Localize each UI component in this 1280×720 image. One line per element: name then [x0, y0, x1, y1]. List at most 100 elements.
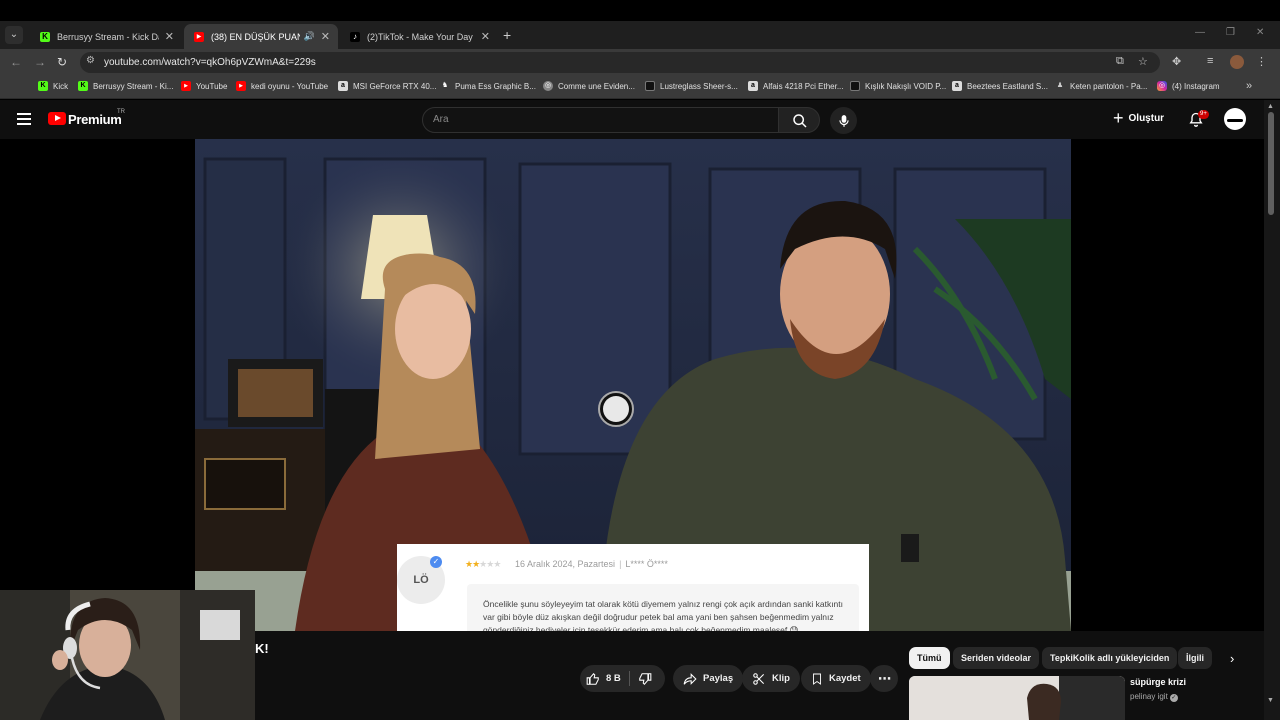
youtube-icon: ▶ — [236, 81, 246, 91]
kick-icon: K — [40, 31, 50, 42]
browser-toolbar: ← → ↻ ⚙ youtube.com/watch?v=qkOh6pVZWmA&… — [0, 49, 1280, 76]
extensions-icon[interactable]: ✥ — [1172, 55, 1181, 68]
bookmark-star-icon[interactable]: ☆ — [1138, 55, 1148, 68]
bookmark-label: Comme une Eviden... — [558, 81, 635, 91]
share-button[interactable]: Paylaş — [673, 665, 744, 692]
bookmark-item[interactable]: a Beeztees Eastland S... — [952, 81, 1048, 91]
site-icon: ◎ — [543, 81, 553, 91]
menu-icon[interactable] — [17, 113, 31, 128]
site-icon — [645, 81, 655, 91]
back-icon[interactable]: ← — [10, 55, 22, 69]
chip-uploader[interactable]: TepkiKolik adlı yükleyiciden — [1042, 647, 1178, 669]
amazon-icon: a — [952, 81, 962, 91]
share-label: Paylaş — [703, 673, 734, 684]
bookmark-label: Lustreglass Sheer-s... — [660, 81, 738, 91]
browser-tab[interactable]: ♪ (2)TikTok - Make Your Day ✕ — [340, 24, 498, 49]
browser-tab[interactable]: K Berrusyy Stream - Kick Dashbo ✕ — [30, 24, 182, 49]
amazon-icon: a — [748, 81, 758, 91]
bookmark-label: MSI GeForce RTX 40... — [353, 81, 437, 91]
bookmark-item[interactable]: Kışlık Nakışlı VOID P... — [850, 81, 946, 91]
bookmark-item[interactable]: ▶ YouTube — [181, 81, 227, 91]
review-meta: 16 Aralık 2024, Pazartesi | L**** Ö**** — [515, 559, 668, 569]
install-app-icon[interactable]: ⧉ — [1116, 55, 1124, 68]
tab-title: (2)TikTok - Make Your Day — [367, 31, 473, 42]
thumbs-down-icon — [638, 672, 652, 686]
search-box — [422, 107, 779, 133]
search-input[interactable] — [423, 108, 778, 125]
bookmark-item[interactable]: K Kick — [38, 81, 68, 91]
create-button[interactable]: + Oluştur — [1113, 108, 1164, 128]
forward-icon[interactable]: → — [34, 55, 46, 69]
chip-series[interactable]: Seriden videolar — [953, 647, 1040, 669]
youtube-logo-icon[interactable] — [48, 112, 66, 125]
scrollbar-thumb[interactable] — [1268, 112, 1274, 215]
bookmark-item[interactable]: ♟ Keten pantolon - Pa... — [1055, 81, 1148, 91]
star-rating: ★★★★★ — [465, 559, 501, 570]
review-card: LÖ ✓ ★★★★★ 16 Aralık 2024, Pazartesi | L**… — [397, 544, 869, 632]
youtube-icon: ▶ — [194, 31, 204, 42]
tab-search-button[interactable]: ⌄ — [5, 26, 23, 44]
bookmark-label: Alfais 4218 Pci Ether... — [763, 81, 844, 91]
more-bookmarks-icon[interactable]: » — [1246, 80, 1252, 92]
clip-label: Klip — [772, 673, 790, 684]
minimize-icon[interactable]: — — [1195, 27, 1205, 38]
separator: | — [619, 559, 622, 569]
close-window-icon[interactable]: ✕ — [1256, 27, 1264, 38]
media-control-icon[interactable]: ≡ — [1207, 55, 1213, 67]
review-text: Öncelikle şunu söyleyeyim tat olarak köt… — [467, 584, 859, 632]
kick-icon: K — [38, 81, 48, 91]
like-count: 8 B — [606, 673, 621, 684]
dislike-button[interactable] — [632, 665, 668, 692]
recommendation-title[interactable]: süpürge krizi — [1130, 677, 1186, 687]
bookmark-label: Kışlık Nakışlı VOID P... — [865, 81, 947, 91]
recommendation-channel[interactable]: pelinay igit ✓ — [1130, 692, 1178, 702]
site-icon — [850, 81, 860, 91]
country-code: TR — [117, 109, 125, 115]
recommendation-thumbnail[interactable] — [909, 676, 1125, 720]
tab-close-icon[interactable]: ✕ — [165, 30, 174, 43]
scroll-down-icon[interactable]: ▼ — [1267, 697, 1274, 704]
search-button[interactable] — [778, 107, 820, 133]
microphone-icon — [839, 115, 849, 127]
more-actions-button[interactable]: ⋯ — [870, 665, 898, 692]
bookmark-label: Kick — [53, 81, 69, 91]
screen-top-bar — [0, 0, 1280, 21]
site-info-icon[interactable]: ⚙ — [86, 55, 95, 66]
tab-close-icon[interactable]: ✕ — [481, 30, 490, 43]
address-bar[interactable]: ⚙ youtube.com/watch?v=qkOh6pVZWmA&t=229s… — [80, 52, 1160, 73]
bookmark-item[interactable]: Lustreglass Sheer-s... — [645, 81, 738, 91]
user-avatar[interactable] — [1224, 108, 1246, 130]
profile-avatar[interactable] — [1230, 55, 1244, 69]
new-tab-button[interactable]: + — [503, 27, 511, 43]
speaker-icon[interactable]: 🔊 — [304, 31, 315, 42]
bookmark-item[interactable]: ♞ Puma Ess Graphic B... — [440, 81, 536, 91]
bookmark-item[interactable]: ◎ (4) Instagram — [1157, 81, 1220, 91]
scroll-up-icon[interactable]: ▲ — [1267, 103, 1274, 110]
browser-tab-active[interactable]: ▶ (38) EN DÜŞÜK PUANLI YIY 🔊 ✕ — [184, 24, 338, 49]
tab-close-icon[interactable]: ✕ — [321, 30, 330, 43]
bookmark-label: (4) Instagram — [1172, 81, 1220, 91]
save-button[interactable]: Kaydet — [801, 665, 871, 692]
bookmark-item[interactable]: a MSI GeForce RTX 40... — [338, 81, 436, 91]
chip-related[interactable]: İlgili — [1178, 647, 1212, 669]
clip-button[interactable]: Klip — [742, 665, 800, 692]
bookmark-label: Puma Ess Graphic B... — [455, 81, 536, 91]
like-button[interactable]: 8 B — [580, 665, 631, 692]
bookmark-item[interactable]: ▶ kedi oyunu - YouTube — [236, 81, 328, 91]
restore-icon[interactable]: ❐ — [1226, 27, 1235, 38]
bookmark-item[interactable]: K Berrusyy Stream - Ki... — [78, 81, 173, 91]
plus-icon: + — [1113, 108, 1124, 128]
reload-icon[interactable]: ↻ — [57, 55, 67, 69]
save-label: Kaydet — [829, 673, 861, 684]
chip-all[interactable]: Tümü — [909, 647, 950, 669]
chevron-right-icon[interactable]: › — [1230, 651, 1234, 666]
search-icon — [793, 114, 807, 128]
voice-search-button[interactable] — [830, 107, 857, 134]
bookmark-item[interactable]: a Alfais 4218 Pci Ether... — [748, 81, 844, 91]
youtube-brand[interactable]: Premium — [68, 112, 122, 127]
amazon-icon: a — [338, 81, 348, 91]
puma-icon: ♞ — [441, 82, 449, 89]
channel-name: pelinay igit — [1130, 692, 1168, 701]
browser-menu-icon[interactable]: ⋮ — [1256, 55, 1267, 68]
bookmark-item[interactable]: ◎ Comme une Eviden... — [543, 81, 635, 91]
